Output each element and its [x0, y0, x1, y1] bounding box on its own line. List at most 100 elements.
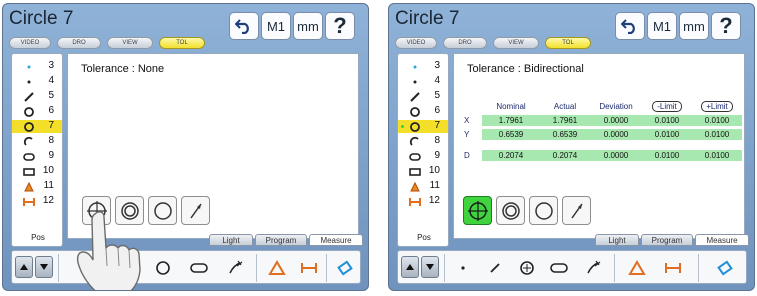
- tab-tol[interactable]: TOL: [159, 37, 205, 49]
- minus-limit-value[interactable]: 0.0100: [642, 150, 692, 161]
- feature-row-3[interactable]: 3: [12, 60, 62, 73]
- feature-row-7[interactable]: 7: [12, 120, 62, 133]
- units-button[interactable]: mm: [293, 12, 323, 40]
- feature-number: 10: [428, 165, 440, 176]
- feature-row-9[interactable]: 9: [12, 150, 62, 163]
- subtab-measure[interactable]: Measure: [695, 234, 749, 246]
- feature-row-7[interactable]: 7: [398, 120, 448, 133]
- rectangle-icon: [22, 165, 36, 178]
- col-nominal: Nominal: [496, 102, 526, 111]
- line-icon: [22, 90, 36, 103]
- feature-number: 5: [48, 90, 54, 101]
- blob-icon: [587, 260, 601, 274]
- feature-number: 6: [48, 105, 54, 116]
- feature-number: 12: [428, 195, 440, 206]
- measure-edge-button[interactable]: [334, 257, 356, 279]
- distance-icon: [22, 195, 36, 208]
- tab-view[interactable]: VIEW: [107, 37, 153, 49]
- scroll-down-button[interactable]: [35, 256, 53, 278]
- feature-row-10[interactable]: 10: [12, 165, 62, 178]
- tab-tol[interactable]: TOL: [545, 37, 591, 49]
- triangle-icon: [408, 180, 422, 193]
- runout-button[interactable]: [181, 196, 210, 225]
- m1-button[interactable]: M1: [261, 12, 291, 40]
- feature-row-3[interactable]: 3: [398, 60, 448, 73]
- m1-button[interactable]: M1: [647, 12, 677, 40]
- tab-dro[interactable]: DRO: [57, 37, 101, 49]
- subtab-program[interactable]: Program: [641, 234, 693, 246]
- minus-limit-value[interactable]: 0.0100: [642, 115, 692, 126]
- feature-row-5[interactable]: 5: [398, 90, 448, 103]
- measure-slot-button[interactable]: [548, 257, 570, 279]
- measure-blob-button[interactable]: [224, 257, 246, 279]
- concentricity-button[interactable]: [496, 196, 525, 225]
- toolbar-divider: [698, 254, 699, 282]
- nominal-value[interactable]: 1.7961: [482, 115, 540, 126]
- runout-button[interactable]: [562, 196, 591, 225]
- point-icon: [461, 266, 465, 270]
- nominal-value[interactable]: 0.2074: [482, 150, 540, 161]
- feature-row-4[interactable]: 4: [398, 75, 448, 88]
- feature-number: 11: [43, 180, 54, 191]
- feature-number: 5: [434, 90, 440, 101]
- measure-distance-button[interactable]: [298, 257, 320, 279]
- nominal-value[interactable]: 0.6539: [482, 129, 540, 140]
- col-plus-limit[interactable]: +Limit: [701, 101, 733, 112]
- top-tabs: VIDEO DRO VIEW TOL: [395, 37, 591, 49]
- feature-number: 8: [434, 135, 440, 146]
- measure-circle-button[interactable]: [516, 257, 538, 279]
- feature-row-8[interactable]: 8: [12, 135, 62, 148]
- subtab-program[interactable]: Program: [255, 234, 307, 246]
- feature-row-10[interactable]: 10: [398, 165, 448, 178]
- measure-edge-button[interactable]: [714, 257, 736, 279]
- measure-angle-button[interactable]: [626, 257, 648, 279]
- table-row: Y 0.6539 0.6539 0.0000 0.0100 0.0100: [460, 129, 742, 140]
- measure-line-button[interactable]: [484, 257, 506, 279]
- runout-icon: [570, 203, 583, 218]
- undo-button[interactable]: [229, 12, 259, 40]
- measure-angle-button[interactable]: [266, 257, 288, 279]
- minus-limit-value[interactable]: 0.0100: [642, 129, 692, 140]
- feature-row-9[interactable]: 9: [398, 150, 448, 163]
- units-button[interactable]: mm: [679, 12, 709, 40]
- subtab-light[interactable]: Light: [595, 234, 639, 246]
- measure-distance-button[interactable]: [662, 257, 684, 279]
- plus-limit-value[interactable]: 0.0100: [692, 129, 742, 140]
- feature-number: 7: [48, 120, 54, 131]
- help-button[interactable]: ?: [711, 12, 741, 40]
- feature-row-12[interactable]: 12: [12, 195, 62, 208]
- feature-row-11[interactable]: 11: [12, 180, 62, 193]
- row-label: D: [464, 151, 470, 160]
- pos-label: Pos: [417, 233, 431, 242]
- scroll-up-button[interactable]: [401, 256, 419, 278]
- tab-video[interactable]: VIDEO: [9, 37, 51, 49]
- subtab-measure[interactable]: Measure: [309, 234, 363, 246]
- tab-dro[interactable]: DRO: [443, 37, 487, 49]
- subtab-light[interactable]: Light: [209, 234, 253, 246]
- tab-video[interactable]: VIDEO: [395, 37, 437, 49]
- feature-row-8[interactable]: 8: [398, 135, 448, 148]
- position-tolerance-button[interactable]: [463, 196, 492, 225]
- help-button[interactable]: ?: [325, 12, 355, 40]
- feature-row-6[interactable]: 6: [398, 105, 448, 118]
- plus-limit-value[interactable]: 0.0100: [692, 115, 742, 126]
- feature-row-5[interactable]: 5: [12, 90, 62, 103]
- col-deviation: Deviation: [599, 102, 633, 111]
- col-minus-limit[interactable]: -Limit: [652, 101, 682, 112]
- deviation-value: 0.0000: [590, 150, 642, 161]
- tab-view[interactable]: VIEW: [493, 37, 539, 49]
- undo-button[interactable]: [615, 12, 645, 40]
- feature-row-6[interactable]: 6: [12, 105, 62, 118]
- scroll-down-button[interactable]: [421, 256, 439, 278]
- plus-limit-value[interactable]: 0.0100: [692, 150, 742, 161]
- scroll-up-button[interactable]: [15, 256, 33, 278]
- measure-slot-button[interactable]: [188, 257, 210, 279]
- feature-row-12[interactable]: 12: [398, 195, 448, 208]
- slot-icon: [22, 150, 36, 163]
- feature-number: 12: [42, 195, 54, 206]
- feature-row-11[interactable]: 11: [398, 180, 448, 193]
- measure-point-button[interactable]: [452, 257, 474, 279]
- circularity-button[interactable]: [529, 196, 558, 225]
- feature-row-4[interactable]: 4: [12, 75, 62, 88]
- measure-blob-button[interactable]: [582, 257, 604, 279]
